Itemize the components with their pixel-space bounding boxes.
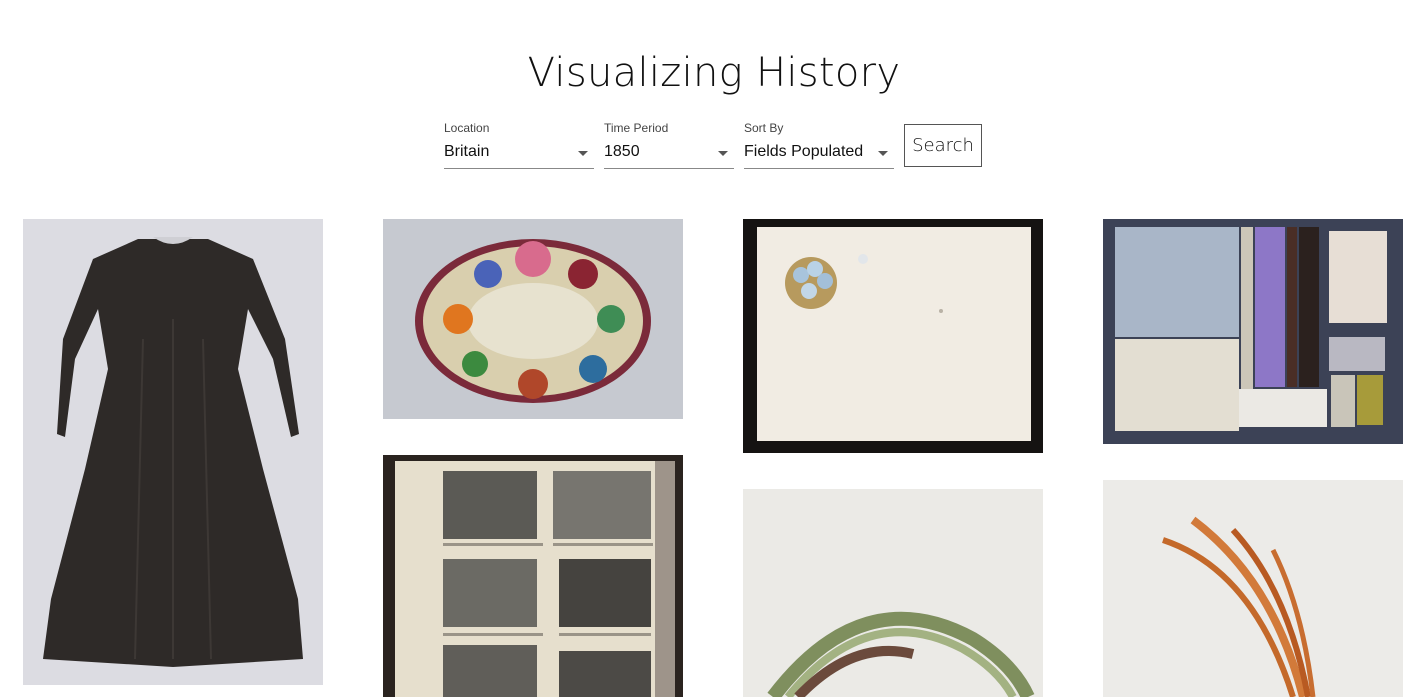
black-dress-image — [23, 219, 323, 685]
gallery-item-photo-album[interactable] — [383, 455, 683, 697]
chevron-down-icon[interactable] — [718, 151, 728, 156]
sort-by-value[interactable]: Fields Populated — [744, 142, 863, 162]
flower-card-image — [743, 219, 1043, 453]
hair-strands-image — [743, 489, 1043, 697]
location-select[interactable]: Location Britain — [444, 120, 594, 170]
time-period-value[interactable]: 1850 — [604, 142, 640, 162]
page-title: Visualizing History — [527, 50, 901, 96]
gallery-item-hair-strands[interactable] — [743, 489, 1043, 697]
photo-album-image — [383, 455, 683, 697]
sort-by-label: Sort By — [744, 121, 784, 135]
orange-feather-image — [1103, 480, 1403, 697]
time-period-underline — [604, 168, 734, 169]
gallery-item-floral-mat[interactable] — [383, 219, 683, 419]
gallery-item-orange-feather[interactable] — [1103, 480, 1403, 697]
time-period-label: Time Period — [604, 121, 669, 135]
gallery-item-fabric-board[interactable] — [1103, 219, 1403, 444]
fabric-board-image — [1103, 219, 1403, 444]
time-period-select[interactable]: Time Period 1850 — [604, 120, 734, 170]
gallery-item-black-dress[interactable] — [23, 219, 323, 685]
location-label: Location — [444, 121, 490, 135]
gallery-item-flower-card[interactable] — [743, 219, 1043, 453]
sort-by-underline — [744, 168, 894, 169]
sort-by-select[interactable]: Sort By Fields Populated — [744, 120, 894, 170]
chevron-down-icon[interactable] — [578, 151, 588, 156]
location-underline — [444, 168, 594, 169]
search-button[interactable]: Search — [904, 124, 982, 167]
floral-mat-image — [383, 219, 683, 419]
location-value[interactable]: Britain — [444, 142, 489, 162]
chevron-down-icon[interactable] — [878, 151, 888, 156]
